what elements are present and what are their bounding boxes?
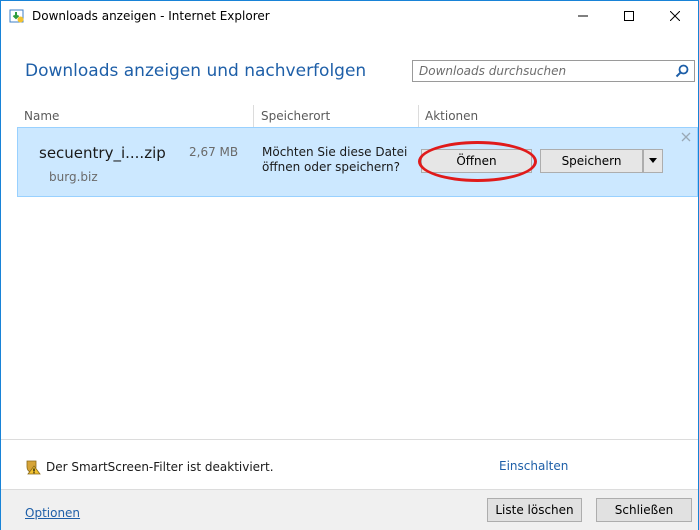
enable-smartscreen-link[interactable]: Einschalten bbox=[499, 459, 568, 473]
window-title: Downloads anzeigen - Internet Explorer bbox=[32, 9, 270, 23]
download-item[interactable]: secuentry_i....zip 2,67 MB burg.biz Möch… bbox=[17, 127, 698, 197]
chevron-down-icon bbox=[649, 158, 657, 163]
save-button[interactable]: Speichern bbox=[540, 149, 643, 173]
maximize-icon bbox=[624, 11, 634, 21]
download-prompt: Möchten Sie diese Datei öffnen oder spei… bbox=[262, 145, 408, 174]
minimize-icon bbox=[578, 15, 588, 17]
downloads-window: Downloads anzeigen - Internet Explorer D… bbox=[0, 0, 699, 530]
column-actions[interactable]: Aktionen bbox=[425, 109, 478, 123]
ie-downloads-icon bbox=[9, 8, 25, 24]
maximize-button[interactable] bbox=[606, 1, 652, 31]
search-box[interactable] bbox=[412, 60, 695, 82]
divider bbox=[1, 439, 698, 440]
close-window-button[interactable] bbox=[652, 1, 698, 31]
column-divider bbox=[418, 105, 419, 127]
title-bar: Downloads anzeigen - Internet Explorer bbox=[1, 1, 698, 31]
remove-item-icon[interactable] bbox=[681, 132, 693, 144]
column-header: Name Speicherort Aktionen bbox=[17, 105, 698, 127]
column-divider bbox=[253, 105, 254, 127]
smartscreen-status: Der SmartScreen-Filter ist deaktiviert. bbox=[46, 460, 274, 474]
close-button[interactable]: Schließen bbox=[596, 498, 692, 522]
file-name: secuentry_i....zip bbox=[39, 144, 166, 162]
save-options-button[interactable] bbox=[643, 149, 663, 173]
close-icon bbox=[670, 11, 680, 21]
search-icon[interactable] bbox=[674, 63, 690, 79]
file-size: 2,67 MB bbox=[189, 145, 239, 159]
page-title: Downloads anzeigen und nachverfolgen bbox=[25, 61, 367, 81]
shield-warning-icon bbox=[25, 459, 41, 475]
column-name[interactable]: Name bbox=[24, 109, 59, 123]
options-link[interactable]: Optionen bbox=[25, 506, 80, 520]
column-location[interactable]: Speicherort bbox=[261, 109, 330, 123]
file-host: burg.biz bbox=[49, 170, 98, 184]
minimize-button[interactable] bbox=[560, 1, 606, 31]
clear-list-button[interactable]: Liste löschen bbox=[487, 498, 582, 522]
footer: Optionen Liste löschen Schließen bbox=[1, 489, 698, 530]
open-button[interactable]: Öffnen bbox=[421, 149, 532, 173]
search-input[interactable] bbox=[413, 61, 668, 81]
